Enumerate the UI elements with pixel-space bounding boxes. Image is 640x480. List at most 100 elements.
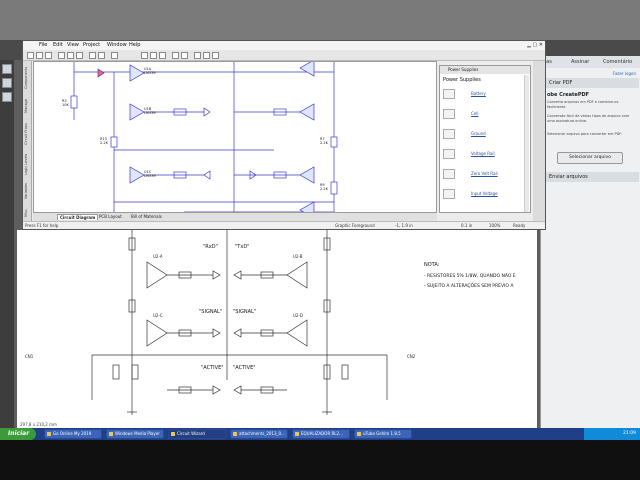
- text-icon[interactable]: [181, 52, 188, 59]
- part-label: Ground: [471, 131, 486, 136]
- menu-bar: File Edit View Project Window Help ▁ ▢ ✕: [23, 41, 545, 50]
- task-item[interactable]: Go Online My 2019: [44, 429, 102, 439]
- window-controls[interactable]: ▁ ▢ ✕: [527, 42, 543, 48]
- new-icon[interactable]: [27, 52, 34, 59]
- tab-circuit-diagram[interactable]: Circuit Diagram: [57, 214, 99, 220]
- app-icon: [109, 432, 113, 436]
- task-item[interactable]: EQUALIZADOR RL2...: [292, 429, 350, 439]
- svg-text:LM339: LM339: [144, 174, 156, 178]
- open-icon[interactable]: [36, 52, 43, 59]
- svg-text:U2-B: U2-B: [293, 254, 303, 259]
- pan-icon[interactable]: [159, 52, 166, 59]
- status-ready: Ready: [513, 223, 526, 228]
- part-cell[interactable]: Cell: [443, 108, 513, 120]
- status-layer: Graphic Foreground: [335, 223, 375, 228]
- tools-tabs: ntas Assinar Comentário: [541, 56, 640, 68]
- task-item[interactable]: attachments_2013_0...: [230, 429, 288, 439]
- pause-icon[interactable]: [203, 52, 210, 59]
- cut-icon[interactable]: [58, 52, 65, 59]
- tab-sign[interactable]: Assinar: [571, 59, 589, 65]
- task-item[interactable]: Windows Media Player: [106, 429, 164, 439]
- task-item[interactable]: uTube Gehlm 1.8.5: [354, 429, 412, 439]
- vtab-variables[interactable]: Variables: [24, 177, 30, 199]
- vtab-misc[interactable]: Misc: [24, 201, 30, 217]
- start-button[interactable]: Iniciar: [0, 428, 36, 440]
- part-voltage-rail[interactable]: Voltage Rail: [443, 148, 513, 160]
- thumbnails-icon[interactable]: [2, 64, 12, 74]
- input-voltage-icon: [443, 189, 455, 199]
- zoom-icon[interactable]: [150, 52, 157, 59]
- menu-view[interactable]: View: [67, 42, 79, 48]
- tab-bill-of-materials[interactable]: Bill of Materials: [129, 214, 164, 219]
- task-label: EQUALIZADOR RL2...: [301, 431, 343, 436]
- task-item[interactable]: Circuit Wizard: [168, 429, 226, 439]
- copy-icon[interactable]: [67, 52, 74, 59]
- status-grid: 0.1 in: [461, 223, 473, 228]
- menu-edit[interactable]: Edit: [53, 42, 63, 48]
- parts-scrollbar[interactable]: [524, 75, 529, 212]
- createpdf-desc-1: Converta arquivos em PDF e combine-os fa…: [547, 100, 619, 109]
- bookmarks-icon[interactable]: [2, 78, 12, 88]
- ground-icon: [443, 129, 455, 139]
- svg-text:2.2K: 2.2K: [100, 141, 109, 145]
- app-icon: [357, 432, 361, 436]
- vertical-tab-strip: Components Manage Circuit Props Logic Le…: [23, 61, 32, 221]
- menu-project[interactable]: Project: [83, 42, 100, 48]
- task-label: attachments_2013_0...: [239, 431, 285, 436]
- svg-text:2.2K: 2.2K: [320, 141, 329, 145]
- svg-text:10K: 10K: [62, 103, 69, 107]
- note-title: NOTA:: [424, 262, 440, 268]
- vtab-circuit-props[interactable]: Circuit Props: [24, 115, 30, 145]
- vtab-components[interactable]: Components: [24, 65, 30, 89]
- status-bar: Press F1 for help Graphic Foreground -1,…: [23, 221, 545, 229]
- schematic-drawing: U2-A U2-B U2-C U2-D CN1 CN2 "RxD" "TxD" …: [25, 230, 516, 415]
- wire-icon[interactable]: [172, 52, 179, 59]
- create-pdf-label: Criar PDF: [549, 80, 573, 86]
- parts-panel-title: Power Supplies: [440, 66, 530, 74]
- part-input-voltage[interactable]: Input Voltage: [443, 188, 513, 200]
- stop-icon[interactable]: [212, 52, 219, 59]
- svg-text:LM339: LM339: [144, 71, 156, 75]
- status-coords: -1, 1.9 in: [395, 223, 413, 228]
- tab-pcb-layout[interactable]: PCB Layout: [97, 214, 124, 219]
- menu-help[interactable]: Help: [129, 42, 140, 48]
- clock[interactable]: 21:09: [623, 431, 636, 436]
- system-tray: 21:09: [584, 428, 640, 440]
- select-icon[interactable]: [141, 52, 148, 59]
- status-help: Press F1 for help: [25, 223, 59, 228]
- send-files-header[interactable]: Enviar arquivos: [543, 172, 639, 182]
- run-icon[interactable]: [194, 52, 201, 59]
- select-file-button[interactable]: Selecionar arquivo: [557, 152, 623, 164]
- part-label: Input Voltage: [471, 191, 498, 196]
- menu-window[interactable]: Window: [107, 42, 127, 48]
- vtab-logic-levels[interactable]: Logic Levels: [24, 147, 30, 175]
- side-rail: [533, 61, 545, 221]
- circuit-canvas[interactable]: U1A LM339 U1B LM339 U1C LM339 R3 10K R13 2.2K…: [33, 59, 437, 219]
- redo-icon[interactable]: [98, 52, 105, 59]
- paste-icon[interactable]: [76, 52, 83, 59]
- label-signal-right: "SIGNAL": [233, 309, 256, 315]
- print-icon[interactable]: [111, 52, 118, 59]
- tools-panel: ntas Assinar Comentário Fazer logon Cria…: [540, 56, 640, 428]
- app-icon: [233, 432, 237, 436]
- login-link[interactable]: Fazer logon: [613, 71, 636, 76]
- create-pdf-header[interactable]: Criar PDF: [543, 78, 639, 88]
- attachments-icon[interactable]: [2, 92, 12, 102]
- svg-text:U2-C: U2-C: [153, 313, 163, 318]
- part-zero-volt-rail[interactable]: Zero Volt Rail: [443, 168, 513, 180]
- task-label: Circuit Wizard: [177, 431, 205, 436]
- label-active-left: "ACTIVE": [201, 365, 224, 371]
- svg-text:CN2: CN2: [407, 354, 416, 359]
- save-icon[interactable]: [45, 52, 52, 59]
- circuit-wizard-window: File Edit View Project Window Help ▁ ▢ ✕…: [22, 40, 546, 230]
- svg-text:CN1: CN1: [25, 354, 34, 359]
- zero-volt-rail-icon: [443, 169, 455, 179]
- page-size-label: 297,8 x 210,2 mm: [20, 422, 57, 427]
- vtab-manage[interactable]: Manage: [24, 91, 30, 113]
- part-ground[interactable]: Ground: [443, 128, 513, 140]
- menu-file[interactable]: File: [39, 42, 47, 48]
- undo-icon[interactable]: [89, 52, 96, 59]
- tab-comment[interactable]: Comentário: [603, 59, 632, 65]
- svg-text:2.2K: 2.2K: [320, 187, 329, 191]
- part-battery[interactable]: Battery: [443, 88, 513, 100]
